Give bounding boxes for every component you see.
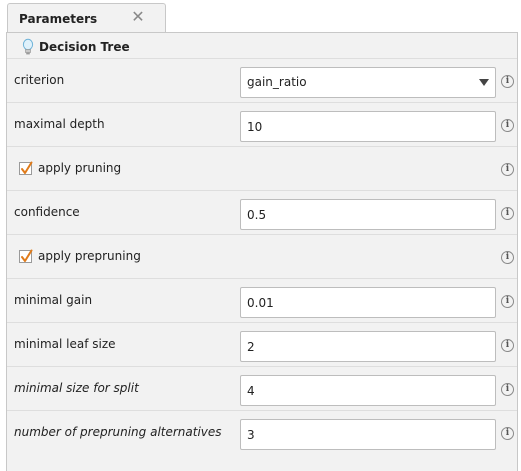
tab-parameters[interactable]: Parameters ✕ bbox=[7, 3, 166, 33]
param-label-minimal-size-for-split: minimal size for split bbox=[14, 381, 139, 395]
confidence-input[interactable] bbox=[240, 199, 496, 230]
info-icon[interactable]: i bbox=[501, 75, 514, 88]
param-row-number-of-prepruning-alternatives: number of prepruning alternatives i bbox=[7, 410, 517, 454]
operator-header: Decision Tree bbox=[7, 36, 130, 58]
param-row-confidence: confidence i bbox=[7, 190, 517, 234]
number-of-prepruning-alternatives-input[interactable] bbox=[240, 419, 496, 450]
info-icon[interactable]: i bbox=[501, 251, 514, 264]
minimal-gain-input[interactable] bbox=[240, 287, 496, 318]
info-icon[interactable]: i bbox=[501, 163, 514, 176]
param-label-maximal-depth: maximal depth bbox=[14, 117, 105, 131]
info-icon[interactable]: i bbox=[501, 207, 514, 220]
param-row-minimal-gain: minimal gain i bbox=[7, 278, 517, 322]
minimal-leaf-size-input[interactable] bbox=[240, 331, 496, 362]
param-row-minimal-size-for-split: minimal size for split i bbox=[7, 366, 517, 410]
param-label-apply-prepruning: apply prepruning bbox=[38, 249, 141, 263]
info-icon[interactable]: i bbox=[501, 383, 514, 396]
param-label-number-of-prepruning-alternatives: number of prepruning alternatives bbox=[14, 425, 222, 439]
criterion-select[interactable]: gain_ratio bbox=[240, 67, 496, 98]
param-row-apply-prepruning: apply prepruning i bbox=[7, 234, 517, 278]
info-icon[interactable]: i bbox=[501, 427, 514, 440]
param-row-minimal-leaf-size: minimal leaf size i bbox=[7, 322, 517, 366]
param-row-criterion: criterion gain_ratio i bbox=[7, 58, 517, 102]
info-icon[interactable]: i bbox=[501, 339, 514, 352]
lightbulb-icon bbox=[21, 38, 35, 56]
maximal-depth-input[interactable] bbox=[240, 111, 496, 142]
param-label-confidence: confidence bbox=[14, 205, 80, 219]
info-icon[interactable]: i bbox=[501, 119, 514, 132]
info-icon[interactable]: i bbox=[501, 295, 514, 308]
param-label-minimal-gain: minimal gain bbox=[14, 293, 93, 307]
tab-title: Parameters bbox=[19, 12, 98, 26]
operator-title: Decision Tree bbox=[39, 40, 130, 54]
criterion-select-value: gain_ratio bbox=[247, 75, 307, 89]
minimal-size-for-split-input[interactable] bbox=[240, 375, 496, 406]
dropdown-arrow-icon bbox=[479, 79, 489, 86]
param-row-maximal-depth: maximal depth i bbox=[7, 102, 517, 146]
close-icon[interactable]: ✕ bbox=[130, 8, 146, 26]
apply-prepruning-toggle[interactable]: apply prepruning bbox=[19, 249, 141, 263]
apply-pruning-toggle[interactable]: apply pruning bbox=[19, 161, 121, 175]
param-label-criterion: criterion bbox=[14, 73, 65, 87]
apply-pruning-checkbox[interactable] bbox=[19, 161, 33, 175]
param-label-minimal-leaf-size: minimal leaf size bbox=[14, 337, 116, 351]
apply-prepruning-checkbox[interactable] bbox=[19, 249, 33, 263]
tab-strip: Parameters ✕ bbox=[0, 0, 521, 33]
param-row-apply-pruning: apply pruning i bbox=[7, 146, 517, 190]
param-label-apply-pruning: apply pruning bbox=[38, 161, 122, 175]
